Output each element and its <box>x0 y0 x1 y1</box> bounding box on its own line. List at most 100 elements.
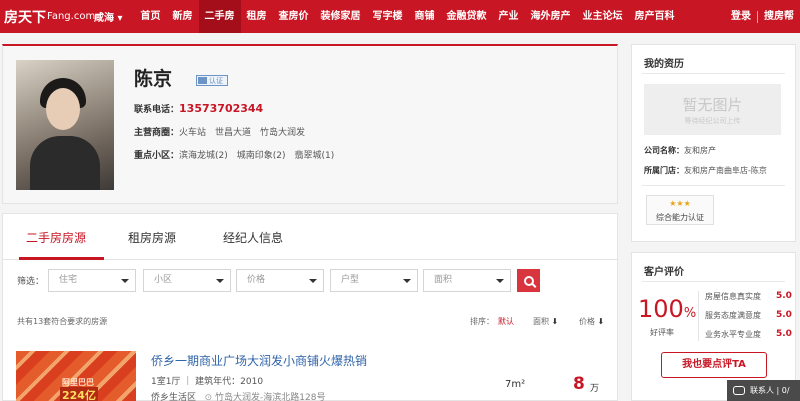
nav-item-overseas[interactable]: 海外房产 <box>525 0 577 33</box>
listing-district[interactable]: 侨乡生活区 <box>151 393 196 401</box>
filter-type-select[interactable]: 住宅 <box>48 269 136 292</box>
listing-location: 侨乡生活区 ⊙ 竹岛大润发-海滨北路128号 <box>151 390 325 401</box>
filter-area-select[interactable]: 面积 <box>423 269 511 292</box>
communities-label: 重点小区： <box>134 151 180 161</box>
nav-item-shops[interactable]: 商铺 <box>409 0 441 33</box>
divider <box>642 73 785 74</box>
company-row: 公司名称：友和房产 <box>644 146 716 155</box>
verified-badge: 认证 <box>196 75 228 86</box>
star-icon: ★★★ <box>669 199 691 208</box>
nav-item-decoration[interactable]: 装修家居 <box>315 0 367 33</box>
nav-item-forum[interactable]: 业主论坛 <box>577 0 629 33</box>
result-bar: 共有13套符合要求的房源 排序： 默认 面积 ⬇ 价格 ⬇ <box>3 312 617 330</box>
community-link[interactable]: 翡翠城(1) <box>295 151 335 161</box>
listing-panel: 二手房房源 租房房源 经纪人信息 筛选： 住宅 小区 价格 户型 面积 共有13… <box>2 213 618 401</box>
positive-rate: 100% <box>638 295 697 323</box>
key-communities-row: 重点小区：滨海龙城(2) 城南印象(2) 翡翠城(1) <box>134 148 334 161</box>
positive-rate-label: 好评率 <box>650 328 674 337</box>
divider <box>642 185 785 186</box>
area-tag[interactable]: 世昌大道 <box>215 128 251 138</box>
agent-help-link[interactable]: 搜房帮 <box>758 0 800 33</box>
certification-label: 综合能力认证 <box>656 213 704 222</box>
listing-tabs: 二手房房源 租房房源 经纪人信息 <box>3 214 617 260</box>
areas-label: 主营商圈： <box>134 128 180 138</box>
result-count: 共有13套符合要求的房源 <box>17 317 108 326</box>
resume-card: 我的资历 暂无图片 等待经纪公司上传 公司名称：友和房产 所属门店：友和房产南曲… <box>631 44 796 242</box>
chat-bubble-icon <box>733 386 745 395</box>
filter-search-button[interactable] <box>517 269 540 292</box>
nav-item-wiki[interactable]: 房产百科 <box>629 0 681 33</box>
nav-right: 登录 搜房帮 <box>725 0 800 33</box>
chevron-down-icon <box>216 279 224 283</box>
nav-item-second-hand[interactable]: 二手房 <box>198 0 241 33</box>
rating-row: 业务水平专业度 5.0 <box>705 329 792 339</box>
logo-main: 房天下 <box>4 9 46 26</box>
city-selector[interactable]: 咸海 ▾ <box>94 9 123 24</box>
divider <box>642 281 785 282</box>
nav-item-new-homes[interactable]: 新房 <box>167 0 199 33</box>
listing-price-unit: 万 <box>590 384 600 394</box>
agent-name: 陈京 <box>134 68 173 90</box>
filter-bar: 筛选： 住宅 小区 价格 户型 面积 <box>3 269 617 293</box>
chevron-down-icon <box>496 279 504 283</box>
listing-thumbnail[interactable]: 阿里巴巴 224亿 <box>16 351 136 401</box>
nav-item-home[interactable]: 首页 <box>135 0 167 33</box>
nav-item-finance[interactable]: 金融贷款 <box>441 0 493 33</box>
rating-row: 房屋信息真实度 5.0 <box>705 291 792 301</box>
area-tag[interactable]: 竹岛大润发 <box>260 128 305 138</box>
agent-phone: 13573702344 <box>179 102 264 115</box>
logo-sub: Fang.com <box>47 11 96 22</box>
nav-item-office[interactable]: 写字楼 <box>367 0 409 33</box>
community-link[interactable]: 滨海龙城(2) <box>179 151 228 161</box>
active-tab-underline <box>19 257 104 260</box>
write-review-button[interactable]: 我也要点评TA <box>661 352 767 378</box>
reviews-card: 客户评价 100% 好评率 房屋信息真实度 5.0 服务态度满意度 5.0 业务水平… <box>631 252 796 401</box>
location-pin-icon: ⊙ <box>198 393 213 401</box>
arrow-down-icon: ⬇ <box>597 317 605 326</box>
arrow-down-icon: ⬇ <box>551 317 559 326</box>
no-image-placeholder: 暂无图片 等待经纪公司上传 <box>644 84 781 135</box>
chevron-down-icon <box>309 279 317 283</box>
tab-second-hand[interactable]: 二手房房源 <box>26 229 86 246</box>
filter-layout-select[interactable]: 户型 <box>330 269 418 292</box>
chat-label: 联系人 | 0/ <box>750 386 790 395</box>
list-item: 阿里巴巴 224亿 侨乡一期商业广场大润发小商铺火爆热销 1室1厅 ｜ 建筑年代… <box>3 348 617 401</box>
phone-row: 联系电话：13573702344 <box>134 102 263 115</box>
nav-item-industry[interactable]: 产业 <box>493 0 525 33</box>
listing-title[interactable]: 侨乡一期商业广场大润发小商铺火爆热销 <box>151 352 367 369</box>
certification-badge: ★★★ 综合能力认证 <box>646 195 714 225</box>
nav-item-rent[interactable]: 租房 <box>241 0 273 33</box>
chevron-down-icon <box>403 279 411 283</box>
login-link[interactable]: 登录 <box>725 0 757 33</box>
phone-label: 联系电话： <box>134 105 180 115</box>
store-name: 友和房产南曲阜店-陈京 <box>684 166 767 175</box>
id-card-icon <box>198 77 207 84</box>
site-logo[interactable]: 房天下 Fang.com <box>0 0 95 33</box>
listing-price: 8 <box>573 374 585 394</box>
tab-agent-info[interactable]: 经纪人信息 <box>223 229 283 246</box>
listing-meta: 1室1厅 ｜ 建筑年代：2010 <box>151 377 264 387</box>
listing-area: 7m² <box>505 379 526 390</box>
filter-label: 筛选： <box>17 277 45 287</box>
chat-widget-button[interactable]: 联系人 | 0/ <box>727 380 800 401</box>
filter-price-select[interactable]: 价格 <box>236 269 324 292</box>
reviews-title: 客户评价 <box>644 267 684 278</box>
sort-default[interactable]: 默认 <box>498 316 514 327</box>
store-row: 所属门店：友和房产南曲阜店-陈京 <box>644 166 767 175</box>
resume-title: 我的资历 <box>644 59 684 70</box>
top-nav: 房天下 Fang.com 咸海 ▾ 首页 新房 二手房 租房 查房价 装修家居 写… <box>0 0 800 33</box>
tab-rent[interactable]: 租房房源 <box>128 229 176 246</box>
sort-by-area[interactable]: 面积 ⬇ <box>533 316 558 327</box>
business-areas-row: 主营商圈：火车站 世昌大道 竹岛大润发 <box>134 125 305 138</box>
community-link[interactable]: 城南印象(2) <box>237 151 286 161</box>
search-icon <box>523 275 534 286</box>
filter-community-select[interactable]: 小区 <box>143 269 231 292</box>
divider <box>698 291 699 341</box>
sort-by-price[interactable]: 价格 ⬇ <box>579 316 604 327</box>
nav-item-price[interactable]: 查房价 <box>273 0 315 33</box>
listing-road: 竹岛大润发-海滨北路128号 <box>215 393 326 401</box>
area-tag[interactable]: 火车站 <box>179 128 206 138</box>
rating-row: 服务态度满意度 5.0 <box>705 310 792 320</box>
sort-label: 排序： <box>470 317 494 326</box>
company-name: 友和房产 <box>684 146 716 155</box>
